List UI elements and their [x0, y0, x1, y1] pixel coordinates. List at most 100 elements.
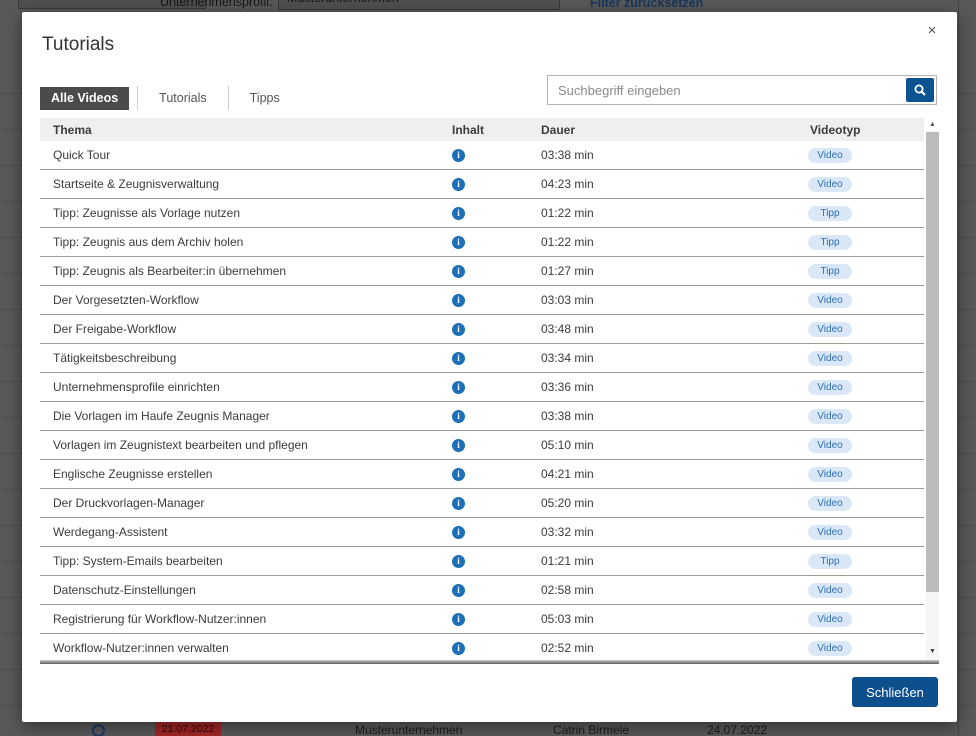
info-icon[interactable]: i [452, 554, 465, 568]
table-body: Quick Tour i 03:38 min Video Startseite … [40, 141, 924, 660]
info-icon[interactable]: i [452, 583, 465, 597]
row-topic: Startseite & Zeugnisverwaltung [53, 177, 220, 191]
row-topic: Datenschutz-Einstellungen [53, 583, 196, 597]
table-row[interactable]: Workflow-Nutzer:innen verwalten i 02:52 … [40, 634, 924, 660]
info-icon[interactable]: i [452, 612, 465, 626]
videotype-badge: Video [808, 409, 852, 424]
company-profile-value: Musterunternehmen [287, 0, 399, 5]
row-duration: 03:34 min [541, 351, 594, 365]
row-duration: 03:03 min [541, 293, 594, 307]
table-row[interactable]: Englische Zeugnisse erstellen i 04:21 mi… [40, 460, 924, 489]
tab-tipps[interactable]: Tipps [229, 87, 301, 110]
table-row[interactable]: Der Freigabe-Workflow i 03:48 min Video [40, 315, 924, 344]
table-row[interactable]: Vorlagen im Zeugnistext bearbeiten und p… [40, 431, 924, 460]
row-topic: Workflow-Nutzer:innen verwalten [53, 641, 229, 655]
table-row[interactable]: Registrierung für Workflow-Nutzer:innen … [40, 605, 924, 634]
table-row[interactable]: Tätigkeitsbeschreibung i 03:34 min Video [40, 344, 924, 373]
search-input[interactable] [548, 76, 904, 104]
row-duration: 03:48 min [541, 322, 594, 336]
company-profile-select: Musterunternehmen ▾ [278, 0, 560, 10]
videotype-badge: Video [808, 351, 852, 366]
chevron-down-icon: ▾ [546, 0, 551, 3]
row-duration: 04:21 min [541, 467, 594, 481]
row-duration: 02:52 min [541, 641, 594, 655]
videotype-badge: Tipp [808, 554, 852, 569]
tab-tutorials[interactable]: Tutorials [138, 87, 227, 110]
row-topic: Registrierung für Workflow-Nutzer:innen [53, 612, 267, 626]
info-icon[interactable]: i [452, 380, 465, 394]
row-topic: Tipp: Zeugnis aus dem Archiv holen [53, 235, 244, 249]
table-row[interactable]: Die Vorlagen im Haufe Zeugnis Manager i … [40, 402, 924, 431]
table-row[interactable]: Datenschutz-Einstellungen i 02:58 min Vi… [40, 576, 924, 605]
info-icon[interactable]: i [452, 177, 465, 191]
row-topic: Quick Tour [53, 148, 111, 162]
background-company-cell: Musterunternehmen [355, 723, 463, 736]
table-row[interactable]: Tipp: System-Emails bearbeiten i 01:21 m… [40, 547, 924, 576]
row-duration: 03:38 min [541, 409, 594, 423]
videotype-badge: Video [808, 467, 852, 482]
search-button[interactable] [906, 78, 934, 102]
table-row[interactable]: Der Druckvorlagen-Manager i 05:20 min Vi… [40, 489, 924, 518]
row-topic: Vorlagen im Zeugnistext bearbeiten und p… [53, 438, 308, 452]
videotype-badge: Video [808, 438, 852, 453]
row-topic: Tipp: System-Emails bearbeiten [53, 554, 223, 568]
schliessen-button[interactable]: Schließen [852, 677, 938, 707]
row-topic: Der Vorgesetzten-Workflow [53, 293, 199, 307]
reset-filter-link: Filter zurücksetzen [590, 0, 704, 10]
row-topic: Werdegang-Assistent [53, 525, 168, 539]
profile-label: Unternehmensprofil: [160, 0, 273, 9]
videotype-badge: Video [808, 583, 852, 598]
row-duration: 05:20 min [541, 496, 594, 510]
info-icon[interactable]: i [452, 148, 465, 162]
row-duration: 01:27 min [541, 264, 594, 278]
row-topic: Tipp: Zeugnisse als Vorlage nutzen [53, 206, 241, 220]
row-duration: 03:36 min [541, 380, 594, 394]
info-icon[interactable]: i [452, 641, 465, 655]
tutorials-table: Thema Inhalt Dauer Videotyp Quick Tour i… [40, 118, 924, 660]
info-icon[interactable]: i [452, 467, 465, 481]
scroll-up-icon[interactable]: ▲ [926, 118, 939, 131]
table-row[interactable]: Werdegang-Assistent i 03:32 min Video [40, 518, 924, 547]
videotype-badge: Tipp [808, 235, 852, 250]
info-icon[interactable]: i [452, 206, 465, 220]
row-topic: Der Freigabe-Workflow [53, 322, 177, 336]
scroll-down-icon[interactable]: ▼ [926, 646, 939, 658]
table-row[interactable]: Tipp: Zeugnis als Bearbeiter:in übernehm… [40, 257, 924, 286]
info-icon[interactable]: i [452, 438, 465, 452]
info-icon[interactable]: i [452, 525, 465, 539]
background-person-cell: Catrin Birmele [553, 723, 630, 736]
table-row[interactable]: Der Vorgesetzten-Workflow i 03:03 min Vi… [40, 286, 924, 315]
row-duration: 01:22 min [541, 235, 594, 249]
table-row[interactable]: Startseite & Zeugnisverwaltung i 04:23 m… [40, 170, 924, 199]
close-icon[interactable]: × [921, 20, 943, 42]
videotype-badge: Video [808, 525, 852, 540]
videotype-badge: Tipp [808, 264, 852, 279]
row-topic: Unternehmensprofile einrichten [53, 380, 220, 394]
table-row[interactable]: Quick Tour i 03:38 min Video [40, 141, 924, 170]
info-icon[interactable]: i [452, 409, 465, 423]
info-icon[interactable]: i [452, 264, 465, 278]
row-duration: 02:58 min [541, 583, 594, 597]
table-row[interactable]: Tipp: Zeugnis aus dem Archiv holen i 01:… [40, 228, 924, 257]
column-header-inhalt: Inhalt [452, 122, 484, 137]
videotype-badge: Video [808, 148, 852, 163]
row-duration: 01:22 min [541, 206, 594, 220]
row-topic: Englische Zeugnisse erstellen [53, 467, 213, 481]
info-icon[interactable]: i [452, 293, 465, 307]
background-panel-edge [958, 0, 959, 736]
scrollbar-thumb[interactable] [926, 132, 939, 592]
videotype-badge: Tipp [808, 206, 852, 221]
vertical-scrollbar[interactable]: ▲ ▼ [926, 118, 939, 660]
tab-alle-videos[interactable]: Alle Videos [40, 86, 130, 110]
dialog-title: Tutorials [42, 34, 115, 55]
tutorials-dialog: Tutorials × Alle Videos Tutorials Tipps … [22, 12, 957, 722]
info-icon[interactable]: i [452, 235, 465, 249]
videotype-badge: Video [808, 641, 852, 656]
info-icon[interactable]: i [452, 322, 465, 336]
table-row[interactable]: Unternehmensprofile einrichten i 03:36 m… [40, 373, 924, 402]
column-header-thema: Thema [53, 122, 92, 137]
background-date-cell: 24.07.2022 [707, 723, 768, 736]
info-icon[interactable]: i [452, 496, 465, 510]
info-icon[interactable]: i [452, 351, 465, 365]
table-row[interactable]: Tipp: Zeugnisse als Vorlage nutzen i 01:… [40, 199, 924, 228]
